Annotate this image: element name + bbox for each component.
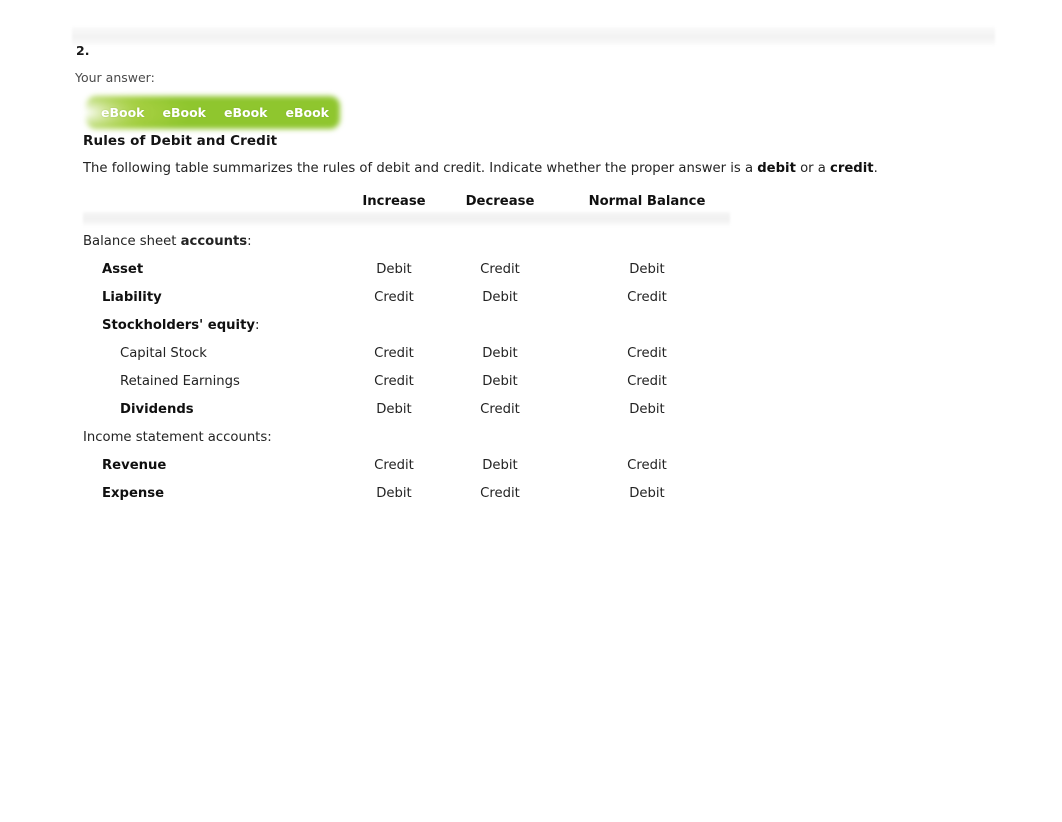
cell-normal-balance: Debit <box>629 262 665 277</box>
table-row: Expense Debit Credit Debit <box>83 484 783 512</box>
question-number: 2. <box>76 43 90 58</box>
table-row: Liability Credit Debit Credit <box>83 288 783 316</box>
table-header-row: Increase Decrease Normal Balance <box>83 192 783 214</box>
cell-decrease: Credit <box>480 402 520 417</box>
instruction-part-1: The following table summarizes the rules… <box>83 161 758 176</box>
section-title-plain: Income statement accounts <box>83 430 268 445</box>
cell-increase: Credit <box>374 290 414 305</box>
cell-increase: Credit <box>374 374 414 389</box>
cell-normal-balance: Debit <box>629 402 665 417</box>
instruction-bold-debit: debit <box>757 161 796 176</box>
ebook-links-list: eBook eBook eBook eBook <box>86 96 340 129</box>
cell-decrease: Debit <box>482 290 518 305</box>
instruction-part-2: or a <box>795 161 831 176</box>
section-title: Balance sheet accounts: <box>83 232 252 252</box>
table-row: Stockholders' equity: <box>83 316 783 344</box>
cell-decrease: Debit <box>482 458 518 473</box>
row-label: Dividends <box>120 400 194 420</box>
cell-decrease: Debit <box>482 374 518 389</box>
cell-increase: Debit <box>376 262 412 277</box>
section-title-suffix: : <box>247 234 252 249</box>
table-row: Retained Earnings Credit Debit Credit <box>83 372 783 400</box>
cell-normal-balance: Credit <box>627 290 667 305</box>
table-section-title-row: Balance sheet accounts: <box>83 232 783 260</box>
cell-normal-balance: Credit <box>627 374 667 389</box>
instruction-text: The following table summarizes the rules… <box>83 161 878 176</box>
rules-of-debit-and-credit-table: Increase Decrease Normal Balance Balance sh… <box>83 192 783 512</box>
section-title: Income statement accounts: <box>83 428 272 448</box>
instruction-part-3: . <box>873 161 878 176</box>
row-label: Expense <box>102 484 164 504</box>
cell-increase: Credit <box>374 346 414 361</box>
row-label: Capital Stock <box>120 344 207 364</box>
page-title: Rules of Debit and Credit <box>83 133 278 149</box>
cell-normal-balance: Credit <box>627 458 667 473</box>
row-label: Stockholders' equity: <box>102 316 259 336</box>
cell-increase: Debit <box>376 402 412 417</box>
section-title-bold: accounts <box>180 234 248 249</box>
column-header-decrease: Decrease <box>465 194 535 209</box>
header-underline-band <box>83 212 730 226</box>
top-divider-band <box>72 27 995 45</box>
section-title-suffix: : <box>267 430 272 445</box>
row-label-text: Stockholders' equity <box>102 318 255 333</box>
table-row: Revenue Credit Debit Credit <box>83 456 783 484</box>
ebook-link[interactable]: eBook <box>286 105 330 120</box>
cell-decrease: Credit <box>480 486 520 501</box>
row-label: Revenue <box>102 456 166 476</box>
ebook-links-bar: eBook eBook eBook eBook <box>86 96 340 129</box>
table-section-title-row: Income statement accounts: <box>83 428 783 456</box>
row-label-text: Dividends <box>120 402 194 417</box>
your-answer-label: Your answer: <box>75 70 155 85</box>
ebook-link[interactable]: eBook <box>224 105 268 120</box>
table-row: Dividends Debit Credit Debit <box>83 400 783 428</box>
ebook-link[interactable]: eBook <box>163 105 207 120</box>
row-label: Asset <box>102 260 143 280</box>
cell-normal-balance: Credit <box>627 346 667 361</box>
row-label-text: Retained Earnings <box>120 374 240 389</box>
instruction-bold-credit: credit <box>830 161 874 176</box>
cell-increase: Debit <box>376 486 412 501</box>
section-title-plain: Balance sheet <box>83 234 181 249</box>
column-header-increase: Increase <box>362 194 426 209</box>
row-label: Retained Earnings <box>120 372 240 392</box>
cell-increase: Credit <box>374 458 414 473</box>
cell-decrease: Debit <box>482 346 518 361</box>
row-label: Liability <box>102 288 162 308</box>
cell-normal-balance: Debit <box>629 486 665 501</box>
row-label-text: Capital Stock <box>120 346 207 361</box>
row-label-text: Revenue <box>102 458 167 473</box>
table-row: Capital Stock Credit Debit Credit <box>83 344 783 372</box>
row-label-text: Asset <box>102 262 144 277</box>
column-header-normal-balance: Normal Balance <box>588 194 706 209</box>
ebook-link[interactable]: eBook <box>101 105 145 120</box>
row-label-text: Expense <box>102 486 165 501</box>
row-label-text: Liability <box>102 290 162 305</box>
table-row: Asset Debit Credit Debit <box>83 260 783 288</box>
row-label-suffix: : <box>254 318 260 333</box>
cell-decrease: Credit <box>480 262 520 277</box>
